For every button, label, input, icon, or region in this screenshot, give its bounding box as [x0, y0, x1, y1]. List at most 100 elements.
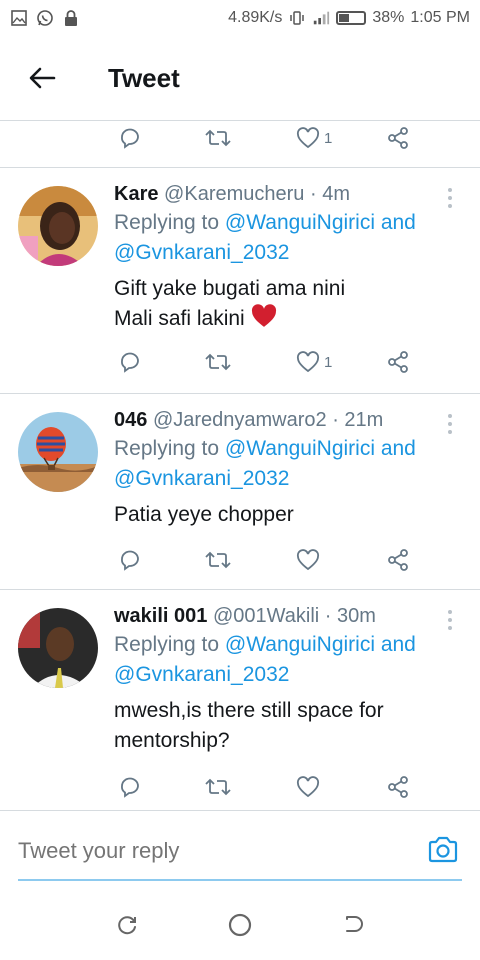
reply-button[interactable] [118, 350, 142, 374]
mention-link[interactable]: @WanguiNgirici and [225, 211, 416, 234]
reply-icon [121, 777, 139, 798]
share-button[interactable] [386, 775, 410, 799]
more-options-button[interactable] [442, 186, 458, 210]
mention-link[interactable]: @Gvnkarani_2032 [114, 663, 289, 686]
network-speed: 4.89K/s [228, 9, 283, 26]
tweet-actions [110, 540, 440, 580]
recent-apps-icon [117, 916, 136, 935]
avatar[interactable] [18, 412, 98, 492]
like-button[interactable] [296, 549, 324, 571]
retweet-icon [205, 353, 231, 371]
heart-icon [296, 351, 320, 373]
tweet-text-line: mwesh,is there still space for [114, 699, 384, 722]
lock-icon [62, 9, 80, 27]
back-nav-icon [346, 916, 364, 932]
tweet-text: mwesh,is there still space for mentorshi… [114, 696, 450, 756]
username[interactable]: @Jarednyamwaro2 [153, 409, 327, 431]
tweet-actions: 1 [110, 118, 440, 158]
replying-prefix: Replying to [114, 633, 225, 656]
replying-to: Replying to @WanguiNgirici and [114, 208, 450, 238]
tweet-text: Gift yake bugati ama nini Mali safi laki… [114, 274, 450, 337]
display-name[interactable]: wakili 001 [114, 605, 207, 627]
share-icon [388, 549, 408, 571]
timestamp: · 4m [309, 183, 350, 205]
retweet-button[interactable] [204, 351, 232, 373]
tweet-header: 046 @Jarednyamwaro2 · 21m [114, 406, 450, 434]
display-name[interactable]: Kare [114, 183, 158, 205]
reply-icon [121, 352, 139, 373]
retweet-button[interactable] [204, 127, 232, 149]
back-button[interactable] [0, 36, 84, 120]
clock: 1:05 PM [410, 9, 470, 26]
retweet-icon [205, 551, 231, 569]
mention-link[interactable]: @Gvnkarani_2032 [114, 241, 289, 264]
heart-emoji [251, 304, 277, 337]
home-button[interactable] [226, 911, 254, 939]
replying-to-continued: @Gvnkarani_2032 [114, 660, 450, 690]
system-indicators: 4.89K/s 38% 1:05 PM [228, 9, 470, 27]
share-icon [388, 351, 408, 373]
tweet-text-line: mentorship? [114, 729, 230, 752]
mention-link[interactable]: @Gvnkarani_2032 [114, 467, 289, 490]
username[interactable]: @Karemucheru [164, 183, 304, 205]
recent-apps-button[interactable] [113, 911, 141, 939]
arrow-left-icon [29, 67, 56, 89]
heart-icon [296, 127, 320, 149]
share-button[interactable] [386, 350, 410, 374]
replying-prefix: Replying to [114, 437, 225, 460]
header: Tweet [0, 36, 480, 120]
reply-icon [121, 128, 139, 149]
reply-button[interactable] [118, 126, 142, 150]
replying-to-continued: @Gvnkarani_2032 [114, 238, 450, 268]
reply-button[interactable] [118, 548, 142, 572]
avatar[interactable] [18, 608, 98, 688]
tweet-text-line: Mali safi lakini [114, 304, 450, 337]
tweet-text-line: Patia yeye chopper [114, 503, 294, 526]
retweet-icon [205, 778, 231, 796]
username[interactable]: @001Wakili [213, 605, 319, 627]
share-icon [388, 776, 408, 798]
signal-icon [312, 9, 330, 27]
gallery-icon [10, 9, 28, 27]
replying-to: Replying to @WanguiNgirici and [114, 434, 450, 464]
replying-to-continued: @Gvnkarani_2032 [114, 464, 450, 494]
tweet-body: wakili 001 @001Wakili · 30m Replying to … [114, 602, 450, 756]
whatsapp-icon [36, 9, 54, 27]
share-icon [388, 127, 408, 149]
share-button[interactable] [386, 126, 410, 150]
tweet-text-line-content: Mali safi lakini [114, 307, 245, 330]
like-button[interactable]: 1 [296, 127, 332, 149]
vibrate-icon [288, 9, 306, 27]
tweet-body: 046 @Jarednyamwaro2 · 21m Replying to @W… [114, 406, 450, 530]
page-title: Tweet [108, 62, 180, 93]
more-options-button[interactable] [442, 608, 458, 632]
mention-link[interactable]: @WanguiNgirici and [225, 437, 416, 460]
timestamp: · 21m [332, 409, 384, 431]
like-button[interactable]: 1 [296, 351, 332, 373]
avatar[interactable] [18, 186, 98, 266]
camera-button[interactable] [426, 833, 460, 867]
retweet-button[interactable] [204, 776, 232, 798]
reply-button[interactable] [118, 775, 142, 799]
retweet-icon [205, 129, 231, 147]
reply-input[interactable] [18, 837, 408, 865]
reply-composer [0, 810, 480, 890]
status-bar: 4.89K/s 38% 1:05 PM [0, 0, 480, 36]
back-nav-button[interactable] [339, 911, 367, 939]
replying-to: Replying to @WanguiNgirici and [114, 630, 450, 660]
tweet-text: Patia yeye chopper [114, 500, 450, 530]
timestamp: · 30m [324, 605, 376, 627]
retweet-button[interactable] [204, 549, 232, 571]
mention-link[interactable]: @WanguiNgirici and [225, 633, 416, 656]
display-name[interactable]: 046 [114, 409, 147, 431]
input-underline [18, 879, 462, 881]
replying-prefix: Replying to [114, 211, 225, 234]
tweet-actions: 1 [110, 342, 440, 382]
more-options-button[interactable] [442, 412, 458, 436]
like-count: 1 [324, 353, 333, 371]
heart-icon [296, 549, 320, 571]
share-button[interactable] [386, 548, 410, 572]
like-count: 1 [324, 129, 333, 147]
like-button[interactable] [296, 776, 324, 798]
tweet-actions [110, 767, 440, 807]
